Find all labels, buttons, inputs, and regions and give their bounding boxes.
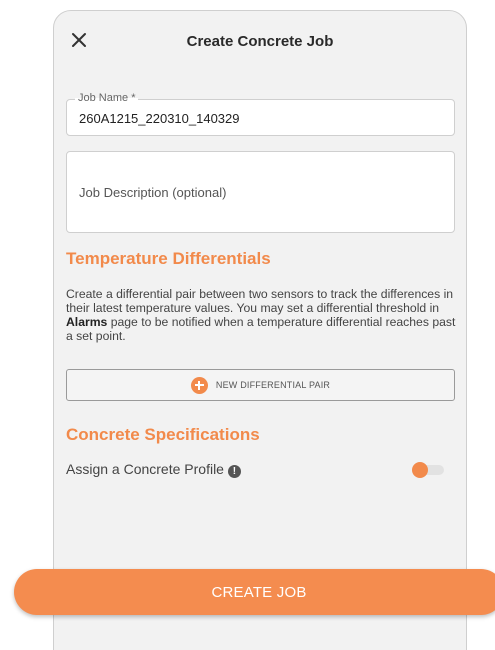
job-name-label: Job Name * [75,92,139,104]
new-differential-pair-label: NEW DIFFERENTIAL PAIR [215,380,331,390]
screen: Create Concrete Job Job Name * 260A1215_… [0,0,495,650]
create-job-button[interactable]: CREATE JOB [14,569,495,615]
create-job-screen: Create Concrete Job Job Name * 260A1215_… [53,10,467,650]
assign-profile-toggle[interactable] [412,462,446,478]
concrete-specifications-heading: Concrete Specifications [66,425,260,444]
assign-profile-label: Assign a Concrete Profile [66,461,224,477]
job-name-value[interactable]: 260A1215_220310_140329 [79,111,240,126]
job-description-placeholder: Job Description (optional) [79,185,227,200]
assign-profile-row: Assign a Concrete Profile! [66,458,458,482]
job-description-field[interactable]: Job Description (optional) [66,151,455,233]
description-text-2: page to be notified when a temperature d… [66,315,456,343]
job-name-field[interactable]: Job Name * 260A1215_220310_140329 [66,92,455,136]
alarms-bold-text: Alarms [66,315,108,329]
temperature-differentials-description: Create a differential pair between two s… [66,287,458,343]
plus-circle-icon [190,376,208,394]
info-icon[interactable]: ! [227,465,241,478]
top-bar: Create Concrete Job [54,11,466,73]
page-title: Create Concrete Job [186,33,334,50]
toggle-thumb [412,462,428,478]
description-text-1: Create a differential pair between two s… [66,287,454,315]
assign-profile-label-wrap: Assign a Concrete Profile! [66,461,241,478]
temperature-differentials-heading: Temperature Differentials [66,249,271,268]
new-differential-pair-button[interactable]: NEW DIFFERENTIAL PAIR [66,369,455,401]
